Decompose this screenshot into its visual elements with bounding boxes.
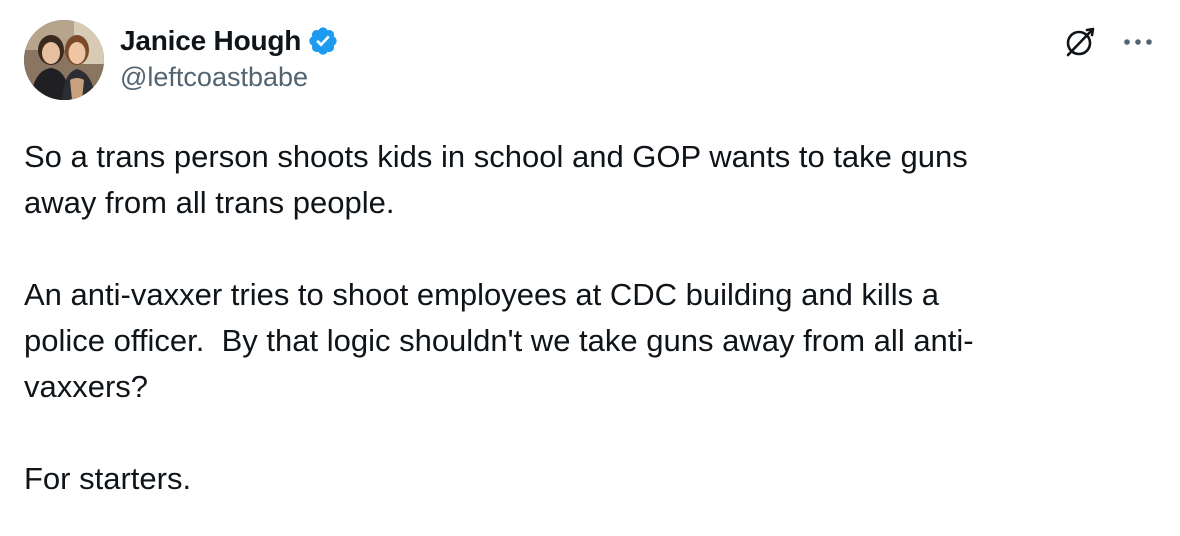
tweet-paragraph: So a trans person shoots kids in school …	[24, 139, 968, 220]
more-options-icon[interactable]	[1118, 24, 1158, 60]
tweet-paragraph: For starters.	[24, 461, 192, 496]
verified-badge-icon[interactable]	[307, 25, 339, 57]
tweet-paragraph: An anti-vaxxer tries to shoot employees …	[24, 277, 974, 404]
grok-icon[interactable]	[1062, 24, 1098, 60]
avatar-photo	[24, 20, 104, 100]
author-name-row: Janice Hough	[120, 22, 339, 60]
author-display-name[interactable]: Janice Hough	[120, 25, 301, 57]
author-handle[interactable]: @leftcoastbabe	[120, 62, 308, 93]
tweet-card: Janice Hough @leftcoastbabe So a trans p…	[0, 0, 1180, 536]
avatar[interactable]	[24, 20, 104, 100]
tweet-text: So a trans person shoots kids in school …	[24, 134, 1144, 502]
